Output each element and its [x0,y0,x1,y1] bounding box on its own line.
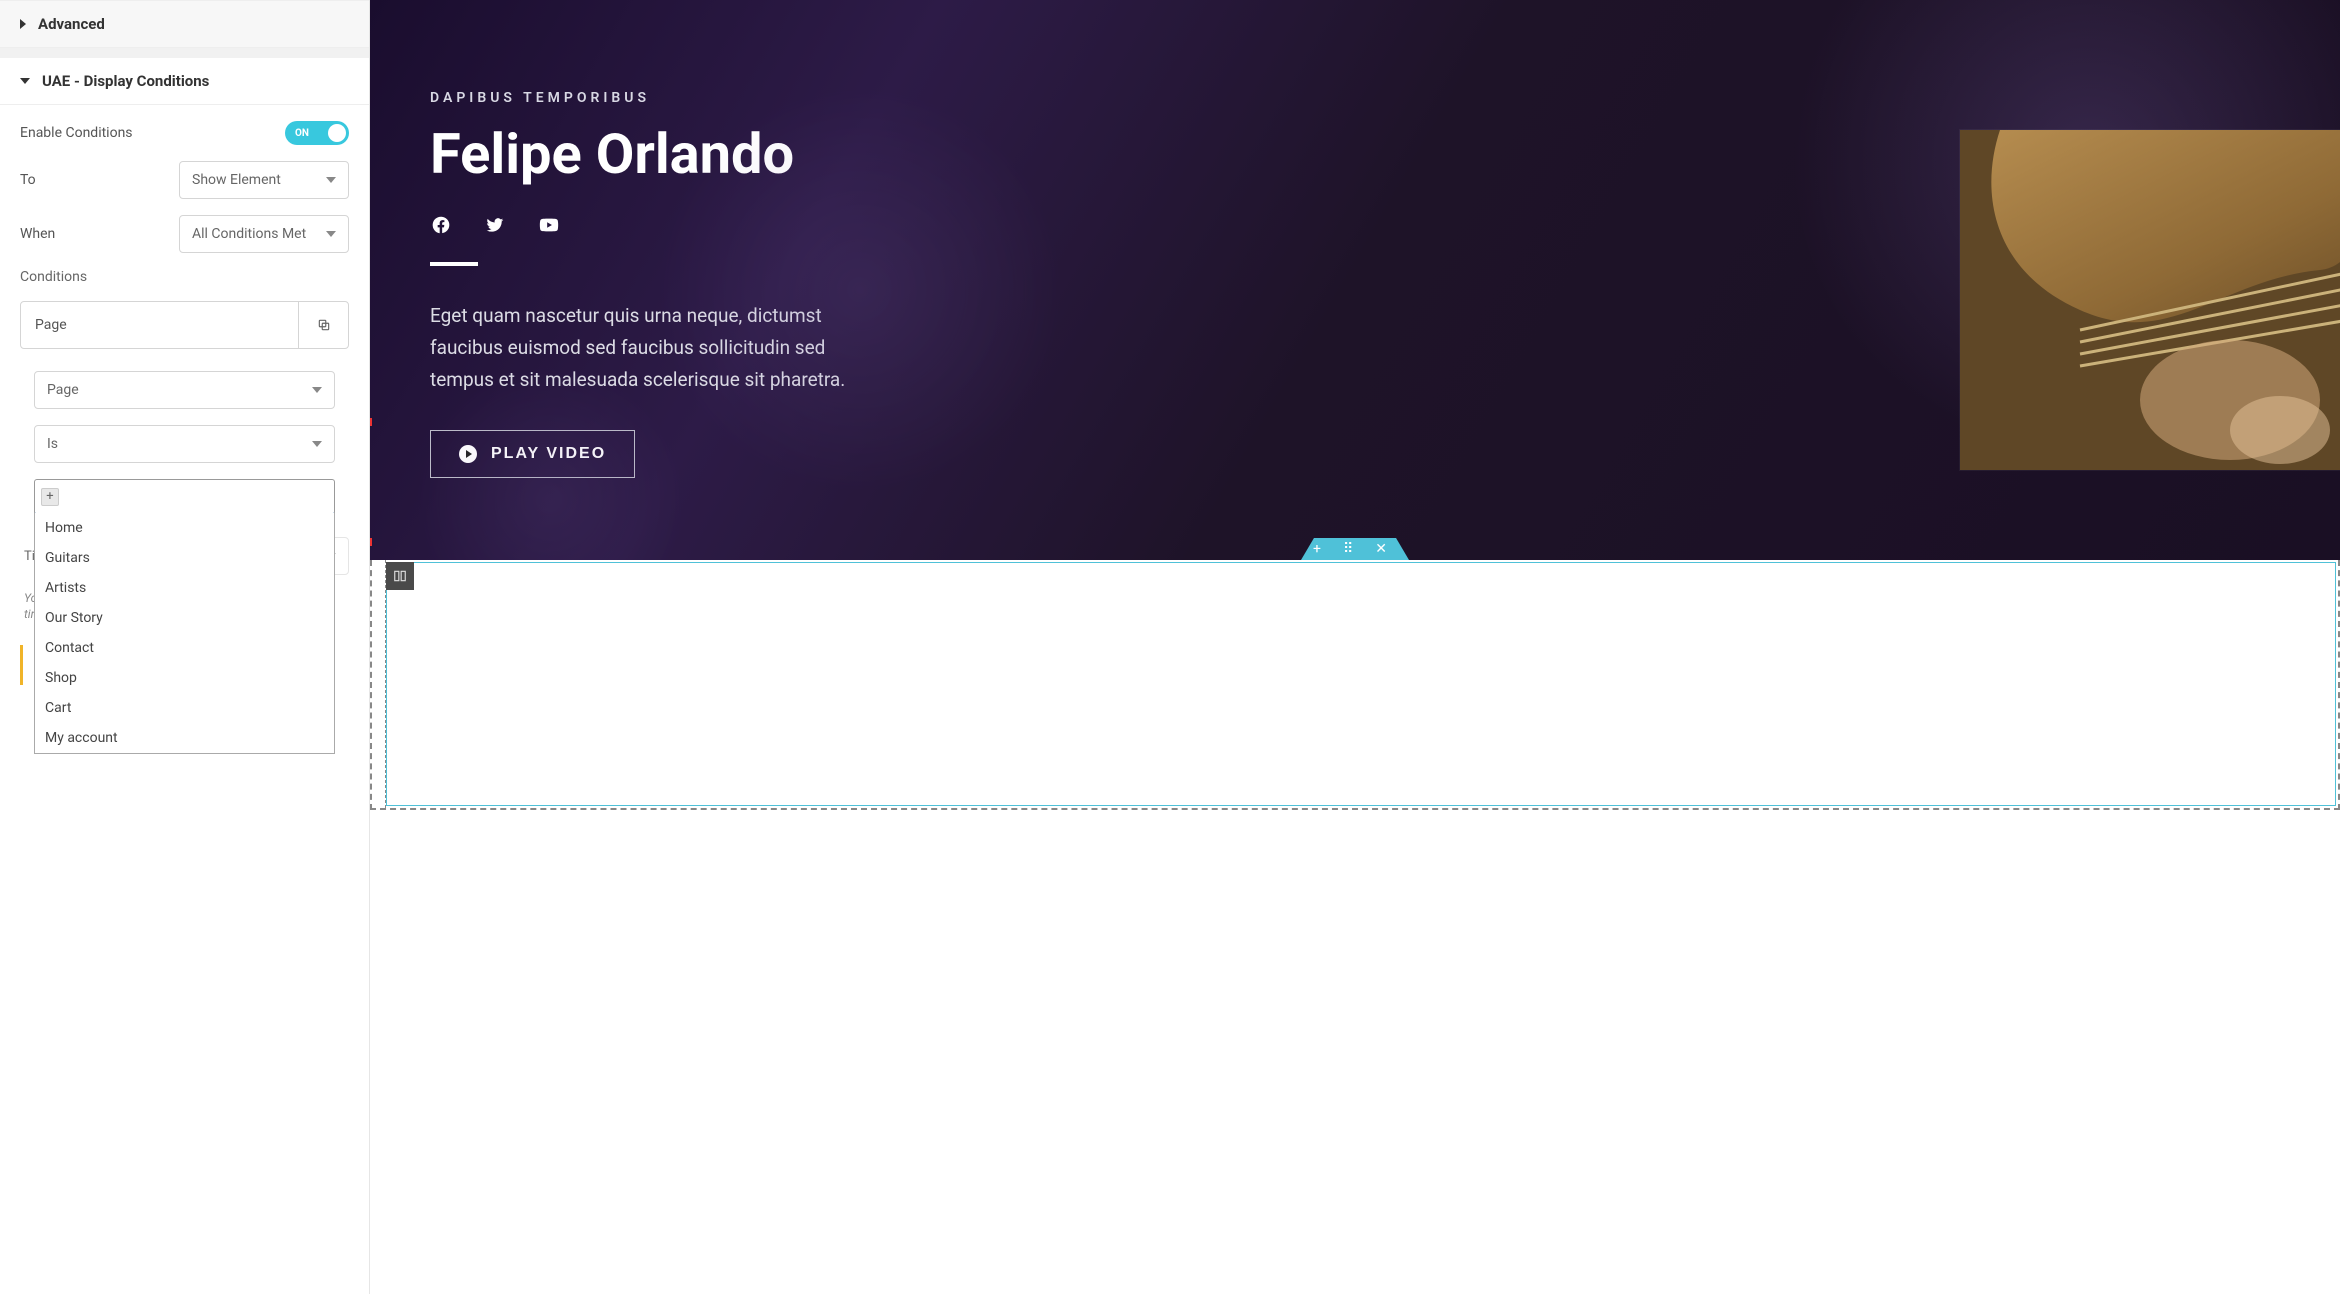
play-video-button[interactable]: PLAY VIDEO [430,430,635,478]
page-option[interactable]: Cart [35,693,334,723]
toggle-knob [328,124,346,142]
youtube-icon[interactable] [538,214,560,236]
page-dropdown-list: HomeGuitarsArtistsOur StoryContactShopCa… [34,513,335,754]
enable-conditions-row: Enable Conditions ON [20,121,349,145]
section-toolbar: + ⠿ ✕ [1301,538,1409,560]
section-conditions-label: UAE - Display Conditions [42,72,209,90]
annotation-arrow-2 [370,528,372,556]
hero-section: DAPIBUS TEMPORIBUS Felipe Orlando Eget q… [370,0,2340,560]
to-select-value: Show Element [192,172,281,188]
chevron-down-icon [312,441,322,447]
page-option[interactable]: Artists [35,573,334,603]
play-video-label: PLAY VIDEO [491,445,606,463]
when-row: When All Conditions Met [20,215,349,253]
column-handle[interactable] [386,562,414,590]
section-conditions-header[interactable]: UAE - Display Conditions [0,58,369,105]
chevron-down-icon [312,387,322,393]
conditions-panel: Enable Conditions ON To Show Element Whe… [0,105,369,685]
when-select-value: All Conditions Met [192,226,306,242]
condition-value-input[interactable]: + HomeGuitarsArtistsOur StoryContactShop… [34,479,335,515]
section-delete-button[interactable]: ✕ [1375,542,1387,556]
page-option[interactable]: Our Story [35,603,334,633]
enable-conditions-label: Enable Conditions [20,125,133,141]
condition-summary-name: Page [21,302,298,348]
hero-image-inset [1960,130,2340,470]
chevron-down-icon [326,231,336,237]
page-option[interactable]: Shop [35,663,334,693]
section-inner-outline [386,562,2336,806]
condition-type-select[interactable]: Page [34,371,335,409]
page-option[interactable]: Guitars [35,543,334,573]
page-option[interactable]: My account [35,723,334,753]
section-advanced-label: Advanced [38,15,105,33]
add-tag-button[interactable]: + [41,488,59,506]
hero-paragraph: Eget quam nascetur quis urna neque, dict… [430,300,890,397]
condition-editor: Page Is + HomeGuitarsArtistsOur StoryCon… [20,371,349,515]
condition-summary-row[interactable]: Page [20,301,349,349]
condition-operator-select[interactable]: Is [34,425,335,463]
chevron-down-icon [326,177,336,183]
play-icon [459,445,477,463]
when-label: When [20,226,55,242]
toggle-on-text: ON [295,128,309,139]
editable-section[interactable]: + ⠿ ✕ [370,560,2340,810]
to-label: To [20,172,36,188]
preview-canvas: DAPIBUS TEMPORIBUS Felipe Orlando Eget q… [370,0,2340,1294]
condition-operator-value: Is [47,436,58,452]
to-row: To Show Element [20,161,349,199]
editor-sidebar: Advanced UAE - Display Conditions Enable… [0,0,370,1294]
timezone-label-partial: Ti [20,549,35,564]
columns-icon [393,569,407,583]
to-select[interactable]: Show Element [179,161,349,199]
twitter-icon[interactable] [484,214,506,236]
hero-eyebrow: DAPIBUS TEMPORIBUS [430,90,2280,106]
conditions-list-label: Conditions [20,269,349,285]
annotation-arrow-1 [370,408,372,436]
section-advanced-header[interactable]: Advanced [0,0,369,48]
condition-type-value: Page [47,382,79,398]
enable-conditions-toggle[interactable]: ON [285,121,349,145]
section-add-button[interactable]: + [1313,542,1321,556]
page-option[interactable]: Contact [35,633,334,663]
caret-right-icon [20,19,26,29]
duplicate-condition-button[interactable] [298,302,348,348]
facebook-icon[interactable] [430,214,452,236]
when-select[interactable]: All Conditions Met [179,215,349,253]
caret-down-icon [20,78,30,84]
section-drag-handle[interactable]: ⠿ [1343,542,1353,556]
section-gap [0,48,369,58]
hero-divider [430,262,478,266]
copy-icon [317,318,331,332]
page-option[interactable]: Home [35,513,334,543]
